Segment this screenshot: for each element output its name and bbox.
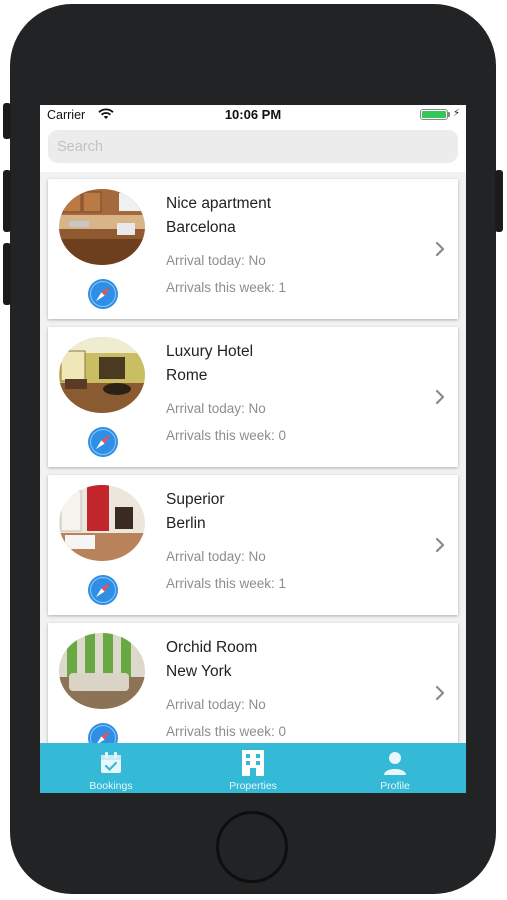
calendar-check-icon: [98, 750, 124, 776]
property-photo: [59, 633, 145, 709]
app-screen: Carrier 10:06 PM ⚡ Search Nice apartment…: [40, 105, 466, 793]
chevron-right-icon[interactable]: [433, 387, 447, 407]
clock: 10:06 PM: [224, 107, 282, 122]
arrivals-week-text: Arrivals this week: 0: [166, 428, 287, 443]
property-photo: [59, 485, 145, 561]
compass-icon[interactable]: [87, 574, 119, 606]
volume-up-button: [3, 170, 11, 232]
property-photo: [59, 189, 145, 265]
tab-profile[interactable]: Profile: [324, 743, 466, 793]
property-card[interactable]: Luxury Hotel Rome Arrival today: No Arri…: [48, 327, 458, 467]
tab-properties[interactable]: Properties: [182, 743, 324, 793]
arrival-today-text: Arrival today: No: [166, 401, 266, 416]
search-input[interactable]: [48, 130, 458, 163]
property-city: New York: [166, 663, 232, 680]
chevron-right-icon[interactable]: [433, 535, 447, 555]
property-name: Superior: [166, 491, 225, 508]
building-icon: [240, 750, 266, 776]
property-name: Nice apartment: [166, 195, 272, 212]
arrival-today-text: Arrival today: No: [166, 549, 266, 564]
battery-icon: [420, 109, 448, 120]
chevron-right-icon[interactable]: [433, 239, 447, 259]
arrival-today-text: Arrival today: No: [166, 253, 266, 268]
arrivals-week-text: Arrivals this week: 1: [166, 576, 287, 591]
arrival-today-text: Arrival today: No: [166, 697, 266, 712]
chevron-right-icon[interactable]: [433, 683, 447, 703]
compass-icon[interactable]: [87, 426, 119, 458]
battery-tip: [448, 112, 450, 117]
arrivals-week-text: Arrivals this week: 1: [166, 280, 287, 295]
property-city: Rome: [166, 367, 208, 384]
tab-profile-label: Profile: [380, 780, 410, 792]
person-icon: [382, 750, 408, 776]
property-card[interactable]: Superior Berlin Arrival today: No Arriva…: [48, 475, 458, 615]
volume-down-button: [3, 243, 11, 305]
home-button[interactable]: [216, 811, 288, 883]
tab-bookings-label: Bookings: [89, 780, 133, 792]
arrivals-week-text: Arrivals this week: 0: [166, 724, 287, 739]
status-bar: Carrier 10:06 PM ⚡: [40, 105, 466, 125]
search-bar: [40, 125, 466, 172]
property-name: Luxury Hotel: [166, 343, 254, 360]
compass-icon[interactable]: [87, 278, 119, 310]
property-card[interactable]: Orchid Room New York Arrival today: No A…: [48, 623, 458, 763]
charging-icon: ⚡: [453, 108, 461, 119]
tab-bookings[interactable]: Bookings: [40, 743, 182, 793]
property-city: Barcelona: [166, 219, 236, 236]
tab-properties-label: Properties: [229, 780, 277, 792]
property-name: Orchid Room: [166, 639, 258, 656]
property-city: Berlin: [166, 515, 206, 532]
mute-switch: [3, 103, 11, 139]
property-photo: [59, 337, 145, 413]
power-button: [495, 170, 503, 232]
tab-bar: Bookings Properties Profile: [40, 743, 466, 793]
property-card[interactable]: Nice apartment Barcelona Arrival today: …: [48, 179, 458, 319]
